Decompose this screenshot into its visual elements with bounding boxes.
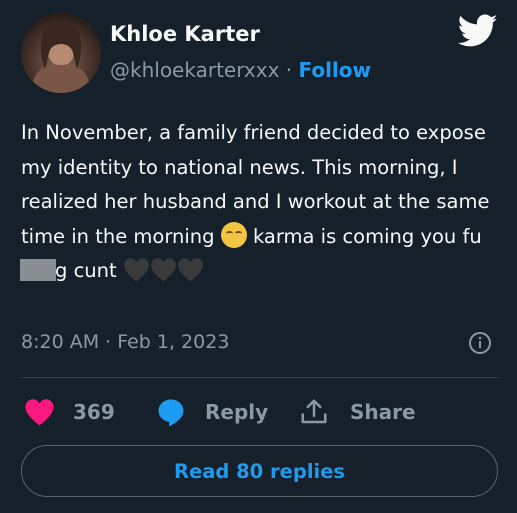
tweet-timestamp[interactable]: 8:20 AM · Feb 1, 2023 xyxy=(21,331,229,353)
info-icon[interactable] xyxy=(468,331,492,355)
heart-icon xyxy=(25,399,54,426)
read-replies-button[interactable]: Read 80 replies xyxy=(21,445,498,497)
avatar[interactable] xyxy=(21,13,101,93)
follow-button[interactable]: Follow xyxy=(298,58,371,82)
reply-button[interactable]: Reply xyxy=(155,396,268,428)
censor-bar xyxy=(20,259,56,281)
avatar-photo xyxy=(31,22,91,93)
reply-bubble-icon xyxy=(158,399,184,427)
black-heart-emoji-icon xyxy=(150,257,177,282)
divider xyxy=(21,377,499,378)
twitter-bird-icon[interactable] xyxy=(457,14,498,48)
share-label: Share xyxy=(350,400,416,424)
like-count: 369 xyxy=(73,400,115,424)
share-button[interactable]: Share xyxy=(299,396,416,428)
handle-separator: · xyxy=(285,58,293,82)
display-name[interactable]: Khloe Karter xyxy=(110,22,260,46)
black-heart-emoji-icon xyxy=(123,257,150,282)
tweet-text-part: g cunt xyxy=(55,259,123,282)
like-button[interactable]: 369 xyxy=(24,396,115,428)
tweet-text-part: karma is coming you fu xyxy=(246,224,482,248)
user-handle[interactable]: @khloekarterxxx xyxy=(110,58,279,82)
black-heart-emoji-icon xyxy=(177,257,204,282)
tweet-text: In November, a family friend decided to … xyxy=(20,116,501,289)
reply-label: Reply xyxy=(205,400,269,424)
share-upload-icon xyxy=(301,399,327,424)
handle-line: @khloekarterxxx · Follow xyxy=(110,58,371,82)
relieved-face-emoji-icon xyxy=(220,221,247,248)
